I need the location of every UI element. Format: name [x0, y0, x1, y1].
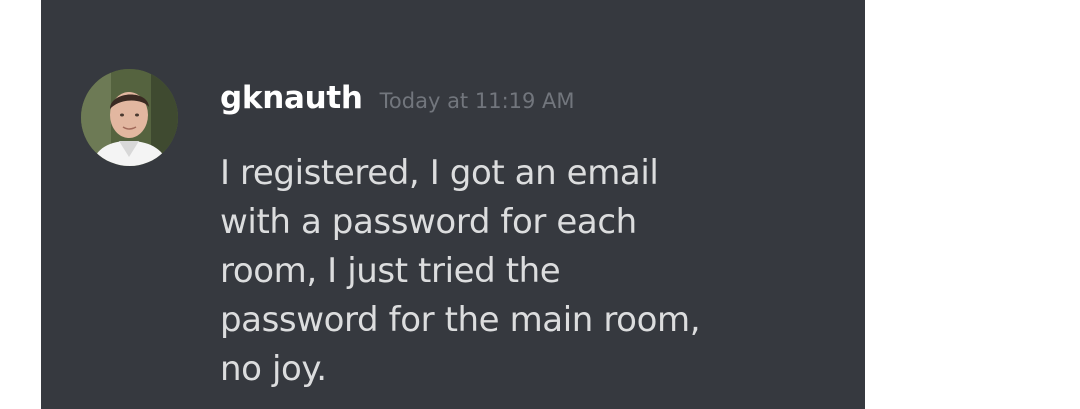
avatar-photo-icon: [81, 69, 178, 166]
chat-panel: gknauth Today at 11:19 AM I registered, …: [41, 0, 865, 409]
message-header: gknauth Today at 11:19 AM: [220, 80, 575, 124]
username[interactable]: gknauth: [220, 80, 363, 116]
user-avatar[interactable]: [81, 69, 178, 166]
message-text: I registered, I got an email with a pass…: [220, 153, 701, 389]
message-timestamp: Today at 11:19 AM: [379, 89, 575, 113]
